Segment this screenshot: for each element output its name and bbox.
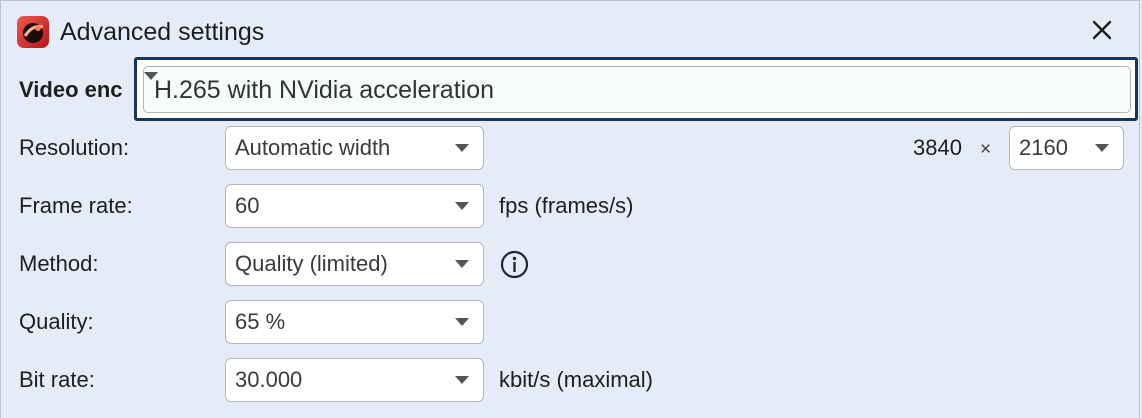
method-select[interactable]: Quality (limited) [225,242,484,286]
bit-rate-select[interactable]: 30.000 [225,358,484,402]
resolution-label: Resolution: [19,135,130,160]
chevron-down-icon [455,260,469,268]
app-logo-icon [16,15,50,49]
close-icon [1092,20,1112,45]
method-label: Method: [19,251,99,276]
chevron-down-icon [455,202,469,210]
chevron-down-icon [455,144,469,152]
bit-rate-unit: kbit/s (maximal) [499,367,654,392]
chevron-down-icon [455,318,469,326]
video-encoder-value: H.265 with NVidia acceleration [154,76,495,104]
video-encoder-label: Video enc [19,77,123,102]
quality-value: 65 % [235,309,286,334]
quality-select[interactable]: 65 % [225,300,484,344]
frame-rate-label: Frame rate: [19,193,133,218]
video-encoder-select[interactable]: H.265 with NVidia acceleration [143,66,1131,113]
resolution-mode-value: Automatic width [235,135,391,160]
chevron-down-icon [455,376,469,384]
window-title: Advanced settings [60,18,265,46]
bit-rate-label: Bit rate: [19,367,95,392]
resolution-mode-select[interactable]: Automatic width [225,126,484,170]
quality-label: Quality: [19,309,94,334]
chevron-down-icon [1095,144,1109,152]
frame-rate-unit: fps (frames/s) [499,193,634,218]
frame-rate-select[interactable]: 60 [225,184,484,228]
info-icon[interactable] [499,249,530,280]
resolution-times-sign: × [980,139,992,160]
advanced-settings-dialog: Advanced settings Video enc H.265 with N… [0,0,1140,418]
resolution-width-value: 3840 [913,135,962,160]
resolution-height-select[interactable]: 2160 [1009,126,1124,170]
close-button[interactable] [1083,13,1121,51]
frame-rate-value: 60 [235,193,260,218]
method-value: Quality (limited) [235,251,388,276]
bit-rate-value: 30.000 [235,367,303,392]
title-bar: Advanced settings [1,1,1139,61]
resolution-height-value: 2160 [1019,135,1068,160]
